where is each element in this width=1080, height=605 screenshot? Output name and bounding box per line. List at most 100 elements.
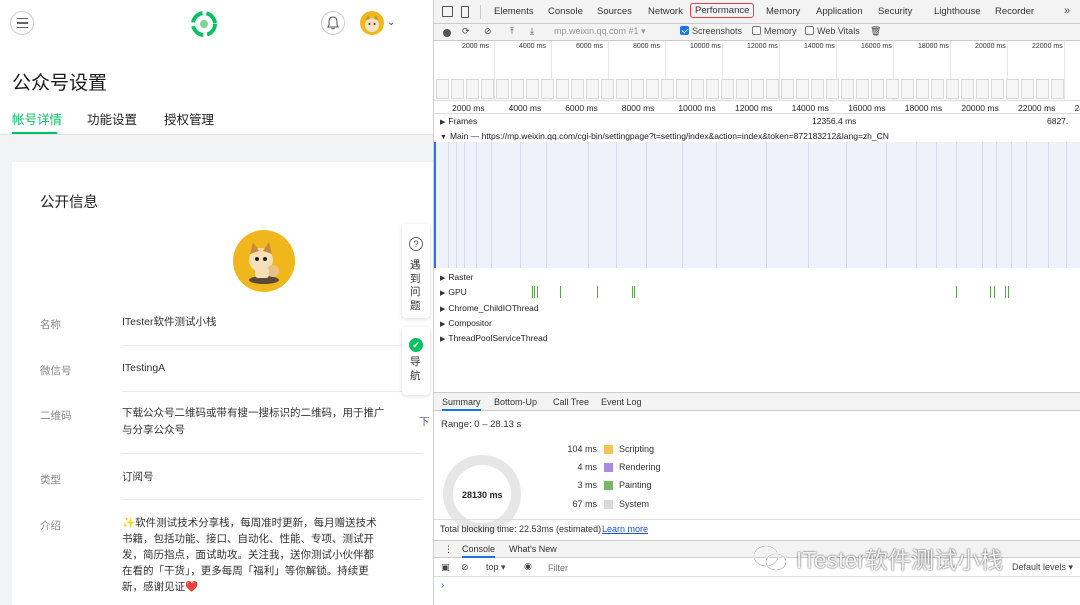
wechat-mp-logo[interactable]	[191, 11, 217, 37]
screenshot-strip	[434, 79, 1080, 101]
sidebar-toggle-icon[interactable]: ▣	[441, 562, 450, 573]
main-thread-gridline	[996, 142, 997, 268]
help-float-button[interactable]: ? 遇到问题	[402, 224, 430, 318]
tab-application[interactable]: Application	[816, 6, 862, 17]
tab-bottom-up[interactable]: Bottom-Up	[494, 397, 537, 407]
download-icon[interactable]: ⤓	[530, 26, 534, 37]
tab-console-drawer[interactable]: Console	[462, 544, 496, 558]
main-thread-flamechart[interactable]	[434, 142, 1080, 268]
memory-checkbox[interactable]: Memory	[752, 26, 797, 36]
frames-track[interactable]: ▶ Frames	[440, 116, 477, 126]
user-avatar[interactable]	[360, 11, 384, 35]
tab-lighthouse[interactable]: Lighthouse	[934, 6, 980, 17]
main-thread-header[interactable]: ▼ Main — https://mp.weixin.qq.com/cgi-bin…	[440, 131, 889, 141]
upload-icon[interactable]: ⤒	[510, 26, 514, 37]
main-thread-gridline	[682, 142, 683, 268]
timeline-overview[interactable]: 2000 ms 4000 ms 6000 ms 8000 ms 10000 ms 1200…	[434, 41, 1080, 101]
row-label-intro: 介绍	[40, 520, 61, 532]
tab-memory[interactable]: Memory	[766, 6, 800, 17]
wechat-admin-pane: ⌄ 公众号设置 帐号详情 功能设置 授权管理 公开信息 名称 ITester软件…	[0, 0, 434, 605]
tab-recorder[interactable]: Recorder	[995, 6, 1034, 17]
gpu-track[interactable]: ▶ GPU	[440, 287, 467, 297]
total-blocking-time: Total blocking time: 22.53ms (estimated)	[440, 524, 602, 534]
notification-bell-icon[interactable]	[321, 11, 345, 35]
console-prompt[interactable]: ›	[441, 580, 444, 591]
record-icon[interactable]	[443, 29, 451, 37]
device-toolbar-icon[interactable]	[461, 6, 469, 18]
screenshots-checkbox[interactable]: Screenshots	[680, 26, 742, 36]
row-value-qrcode: 下载公众号二维码或带有搜一搜标识的二维码，用于推广与分享公众号	[122, 407, 385, 436]
tab-account-details[interactable]: 帐号详情	[12, 109, 62, 128]
chevron-down-icon[interactable]: ⌄	[387, 17, 395, 28]
tab-event-log[interactable]: Event Log	[601, 397, 642, 407]
gpu-activity-mark	[634, 286, 635, 298]
legend-swatch-painting	[604, 481, 613, 490]
legend-ms: 4 ms	[577, 462, 597, 472]
main-thread-gridline	[616, 142, 617, 268]
help-label: 遇到问题	[410, 259, 421, 312]
checkbox-unchecked	[752, 26, 761, 35]
nav-label: 导航	[410, 356, 421, 382]
main-thread-gridline	[956, 142, 957, 268]
web-vitals-checkbox[interactable]: Web Vitals	[805, 26, 860, 36]
nav-float-button[interactable]: ✔ 导航	[402, 327, 430, 395]
screenshot-thumbnail	[556, 79, 569, 99]
context-select[interactable]: top ▾	[486, 562, 506, 573]
tab-summary[interactable]: Summary	[442, 397, 481, 411]
row-value-type: 订阅号	[122, 471, 154, 483]
screenshot-thumbnail	[451, 79, 464, 99]
recording-select[interactable]: mp.weixin.qq.com #1 ▾	[554, 26, 666, 39]
screenshot-thumbnail	[931, 79, 944, 99]
row-label-qrcode: 二维码	[40, 410, 72, 422]
tab-console[interactable]: Console	[548, 6, 583, 17]
threadpool-track[interactable]: ▶ ThreadPoolServiceThread	[440, 333, 548, 343]
trash-icon[interactable]: 🗑	[870, 26, 881, 37]
gpu-activity-mark	[532, 286, 533, 298]
tab-network[interactable]: Network	[648, 6, 683, 17]
screenshot-thumbnail	[961, 79, 974, 99]
learn-more-link[interactable]: Learn more	[602, 524, 648, 534]
gpu-activity-mark	[994, 286, 995, 298]
tab-authorization[interactable]: 授权管理	[164, 109, 214, 128]
screenshot-thumbnail	[481, 79, 494, 99]
clear-icon[interactable]: ⊘	[484, 26, 492, 37]
tab-call-tree[interactable]: Call Tree	[553, 397, 589, 407]
tab-elements[interactable]: Elements	[494, 6, 534, 17]
raster-track[interactable]: ▶ Raster	[440, 272, 473, 282]
tab-performance[interactable]: Performance	[690, 3, 755, 18]
collapse-icon: ▼	[440, 134, 447, 141]
screenshot-thumbnail	[601, 79, 614, 99]
legend-name: Scripting	[619, 444, 655, 454]
tab-whats-new[interactable]: What's New	[509, 544, 557, 554]
qrcode-download-link[interactable]: 下	[419, 414, 430, 429]
row-value-intro: ✨软件测试技术分享栈，每周准时更新，每月赠送技术书籍，包括功能、接口、自动化、性…	[122, 517, 377, 593]
menu-icon[interactable]	[10, 11, 34, 35]
gpu-activity-mark	[632, 286, 633, 298]
compositor-track[interactable]: ▶ Compositor	[440, 318, 492, 328]
log-levels-select[interactable]: Default levels ▾	[1012, 562, 1073, 573]
main-thread-gridline	[846, 142, 847, 268]
more-tabs-icon[interactable]: »	[1064, 5, 1070, 17]
child-io-track[interactable]: ▶ Chrome_ChildIOThread	[440, 303, 539, 313]
row-divider	[122, 345, 422, 346]
tab-feature-settings[interactable]: 功能设置	[87, 109, 137, 128]
legend-name: Rendering	[619, 462, 661, 472]
ruler-tick-label: 20000 ms	[961, 103, 999, 113]
overview-tick-label: 4000 ms	[519, 43, 546, 50]
screenshot-thumbnail	[706, 79, 719, 99]
overview-tick-label: 6000 ms	[576, 43, 603, 50]
drawer-menu-icon[interactable]: ⋮	[444, 544, 453, 555]
row-label-wechat-id: 微信号	[40, 365, 72, 377]
tab-security[interactable]: Security	[878, 6, 912, 17]
legend-ms: 104 ms	[567, 444, 597, 454]
inspect-element-icon[interactable]	[442, 6, 453, 17]
ruler-tick-label: 16000 ms	[848, 103, 886, 113]
main-thread-gridline	[1066, 142, 1067, 268]
tab-sources[interactable]: Sources	[597, 6, 632, 17]
clear-console-icon[interactable]: ⊘	[461, 562, 469, 573]
reload-icon[interactable]: ⟳	[462, 26, 470, 37]
ruler-tick-label: 2400	[1074, 103, 1080, 113]
threadpool-track-label: ThreadPoolServiceThread	[448, 333, 548, 343]
eye-icon[interactable]: ◉	[524, 561, 532, 572]
performance-toolbar: ⟳ ⊘ ⤒ ⤓ mp.weixin.qq.com #1 ▾ Screenshot…	[434, 24, 1080, 41]
